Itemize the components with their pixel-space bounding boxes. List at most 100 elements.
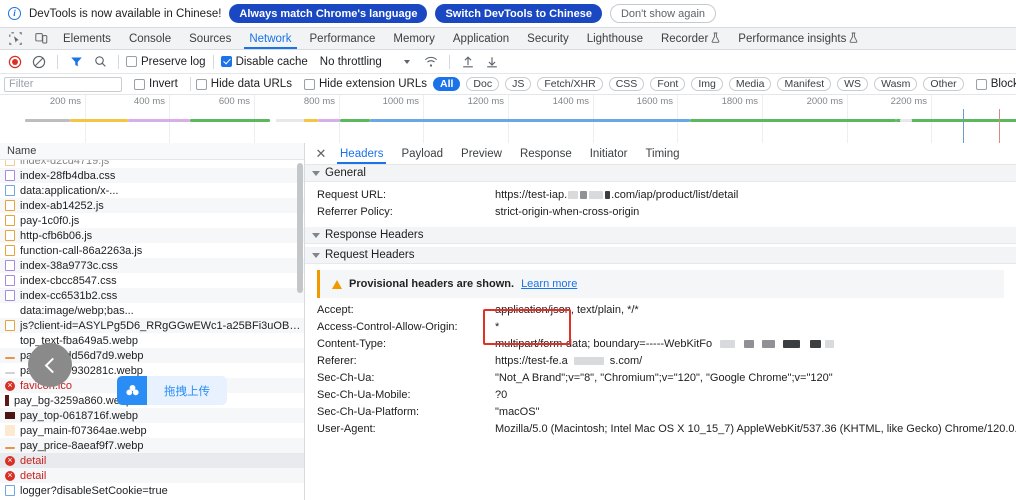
blocked-response-cookies-checkbox[interactable]: Blocked response cookies: [976, 78, 1016, 90]
request-row[interactable]: data:application/x-...: [0, 183, 304, 198]
import-har-icon[interactable]: [457, 52, 479, 72]
request-row[interactable]: function-call-86a2263a.js: [0, 243, 304, 258]
request-row[interactable]: pay_main-f07364ae.webp: [0, 423, 304, 438]
overview-tick-label: 1600 ms: [637, 96, 677, 107]
tab-label: Memory: [393, 33, 435, 45]
throttling-dropdown[interactable]: No throttling: [320, 56, 410, 68]
close-icon[interactable]: ✕: [311, 143, 331, 164]
resource-type-icon: [5, 425, 15, 436]
row-value: https://test-iap..com/iap/product/list/d…: [495, 189, 738, 202]
tab-headers[interactable]: Headers: [331, 143, 392, 164]
request-row[interactable]: logger?disableSetCookie=true: [0, 483, 304, 498]
dont-show-again-button[interactable]: Don't show again: [610, 4, 716, 23]
request-row[interactable]: pay_price-8aeaf9f7.webp: [0, 438, 304, 453]
tab-console[interactable]: Console: [120, 28, 180, 49]
tab-security[interactable]: Security: [518, 28, 578, 49]
filter-pill-css[interactable]: CSS: [609, 77, 645, 91]
always-match-language-button[interactable]: Always match Chrome's language: [229, 4, 427, 23]
tab-application[interactable]: Application: [444, 28, 518, 49]
resource-type-icon: [5, 456, 15, 466]
redacted-segment: [580, 191, 587, 199]
preserve-log-checkbox[interactable]: Preserve log: [126, 56, 206, 68]
request-row[interactable]: pay_top-0618716f.webp: [0, 408, 304, 423]
tab-network[interactable]: Network: [240, 28, 300, 49]
tab-sources[interactable]: Sources: [180, 28, 240, 49]
clear-icon[interactable]: [28, 52, 50, 72]
filter-pill-wasm[interactable]: Wasm: [874, 77, 917, 91]
learn-more-link[interactable]: Learn more: [521, 278, 577, 290]
tab-elements[interactable]: Elements: [54, 28, 120, 49]
filter-pill-all[interactable]: All: [433, 77, 460, 91]
filter-pill-img[interactable]: Img: [691, 77, 723, 91]
request-row[interactable]: pay-1c0f0.js: [0, 213, 304, 228]
request-list-scrollbar[interactable]: [297, 163, 303, 293]
filter-pill-manifest[interactable]: Manifest: [777, 77, 831, 91]
request-row[interactable]: detail: [0, 453, 304, 468]
overview-tick-label: 800 ms: [304, 96, 339, 107]
request-rows[interactable]: index-d2cd4719.jsindex-28fb4dba.cssdata:…: [0, 160, 304, 500]
tab-performance-insights[interactable]: Performance insights: [729, 28, 867, 49]
search-input[interactable]: [4, 77, 122, 92]
checkbox-box: [126, 56, 137, 67]
tab-timing[interactable]: Timing: [636, 143, 688, 164]
filter-pill-js[interactable]: JS: [505, 77, 531, 91]
resource-type-icon: [5, 357, 15, 359]
hide-extension-urls-checkbox[interactable]: Hide extension URLs: [304, 78, 427, 90]
tab-response[interactable]: Response: [511, 143, 581, 164]
tab-recorder[interactable]: Recorder: [652, 28, 729, 49]
network-panes: Name index-d2cd4719.jsindex-28fb4dba.css…: [0, 143, 1016, 500]
tab-payload[interactable]: Payload: [392, 143, 452, 164]
tab-memory[interactable]: Memory: [384, 28, 444, 49]
filter-icon[interactable]: [65, 52, 87, 72]
export-har-icon[interactable]: [481, 52, 503, 72]
section-response-headers-header[interactable]: Response Headers: [305, 227, 1016, 244]
overview-tick-label: 600 ms: [219, 96, 254, 107]
content-type-text: multipart/form-data; boundary=-----WebKi…: [495, 338, 712, 350]
row-key: Request URL:: [317, 189, 495, 202]
device-toolbar-icon[interactable]: [28, 28, 54, 49]
record-stop-icon[interactable]: [4, 52, 26, 72]
request-row[interactable]: detail: [0, 468, 304, 483]
overview-request-bar: [900, 119, 912, 122]
section-general-title: General: [325, 167, 366, 179]
nav-back-button[interactable]: [28, 343, 72, 387]
drag-upload-widget[interactable]: 拖拽上传: [117, 376, 227, 405]
filter-pill-other[interactable]: Other: [923, 77, 963, 91]
overview-request-bar: [25, 119, 70, 122]
request-row[interactable]: index-d2cd4719.js: [0, 160, 304, 168]
devtools-window: i DevTools is now available in Chinese! …: [0, 0, 1016, 500]
infobar-message: DevTools is now available in Chinese!: [29, 8, 221, 20]
request-row[interactable]: index-ab14252.js: [0, 198, 304, 213]
invert-checkbox[interactable]: Invert: [134, 78, 178, 90]
resource-type-icon: [5, 381, 15, 391]
hide-extension-urls-label: Hide extension URLs: [319, 78, 427, 90]
tab-preview[interactable]: Preview: [452, 143, 511, 164]
tab-lighthouse[interactable]: Lighthouse: [578, 28, 652, 49]
section-request-headers-header[interactable]: Request Headers: [305, 247, 1016, 264]
request-row[interactable]: js?client-id=ASYLPg5D6_RRgGGwEWc1-a25BFi…: [0, 318, 304, 333]
request-row[interactable]: index-28fb4dba.css: [0, 168, 304, 183]
network-conditions-icon[interactable]: [420, 52, 442, 72]
inspect-cursor-icon[interactable]: [2, 28, 28, 49]
overview-tick-label: 200 ms: [50, 96, 85, 107]
filter-pill-ws[interactable]: WS: [837, 77, 868, 91]
disable-cache-checkbox[interactable]: Disable cache: [221, 56, 308, 68]
filter-pill-fetch-xhr[interactable]: Fetch/XHR: [537, 77, 602, 91]
filter-pill-font[interactable]: Font: [650, 77, 685, 91]
filter-pill-doc[interactable]: Doc: [466, 77, 499, 91]
request-row[interactable]: data:image/webp;bas...: [0, 303, 304, 318]
section-general-header[interactable]: General: [305, 165, 1016, 182]
overview-request-bar: [190, 119, 270, 122]
request-row[interactable]: index-cc6531b2.css: [0, 288, 304, 303]
tab-initiator[interactable]: Initiator: [581, 143, 637, 164]
request-row[interactable]: http-cfb6b06.js: [0, 228, 304, 243]
filter-pill-media[interactable]: Media: [729, 77, 772, 91]
tab-performance[interactable]: Performance: [301, 28, 385, 49]
tab-label: Application: [453, 33, 509, 45]
switch-to-chinese-button[interactable]: Switch DevTools to Chinese: [435, 4, 602, 23]
hide-data-urls-checkbox[interactable]: Hide data URLs: [196, 78, 292, 90]
search-icon[interactable]: [89, 52, 111, 72]
network-overview-timeline[interactable]: 200 ms400 ms600 ms800 ms1000 ms1200 ms14…: [0, 95, 1016, 149]
request-row[interactable]: index-38a9773c.css: [0, 258, 304, 273]
request-row[interactable]: index-cbcc8547.css: [0, 273, 304, 288]
